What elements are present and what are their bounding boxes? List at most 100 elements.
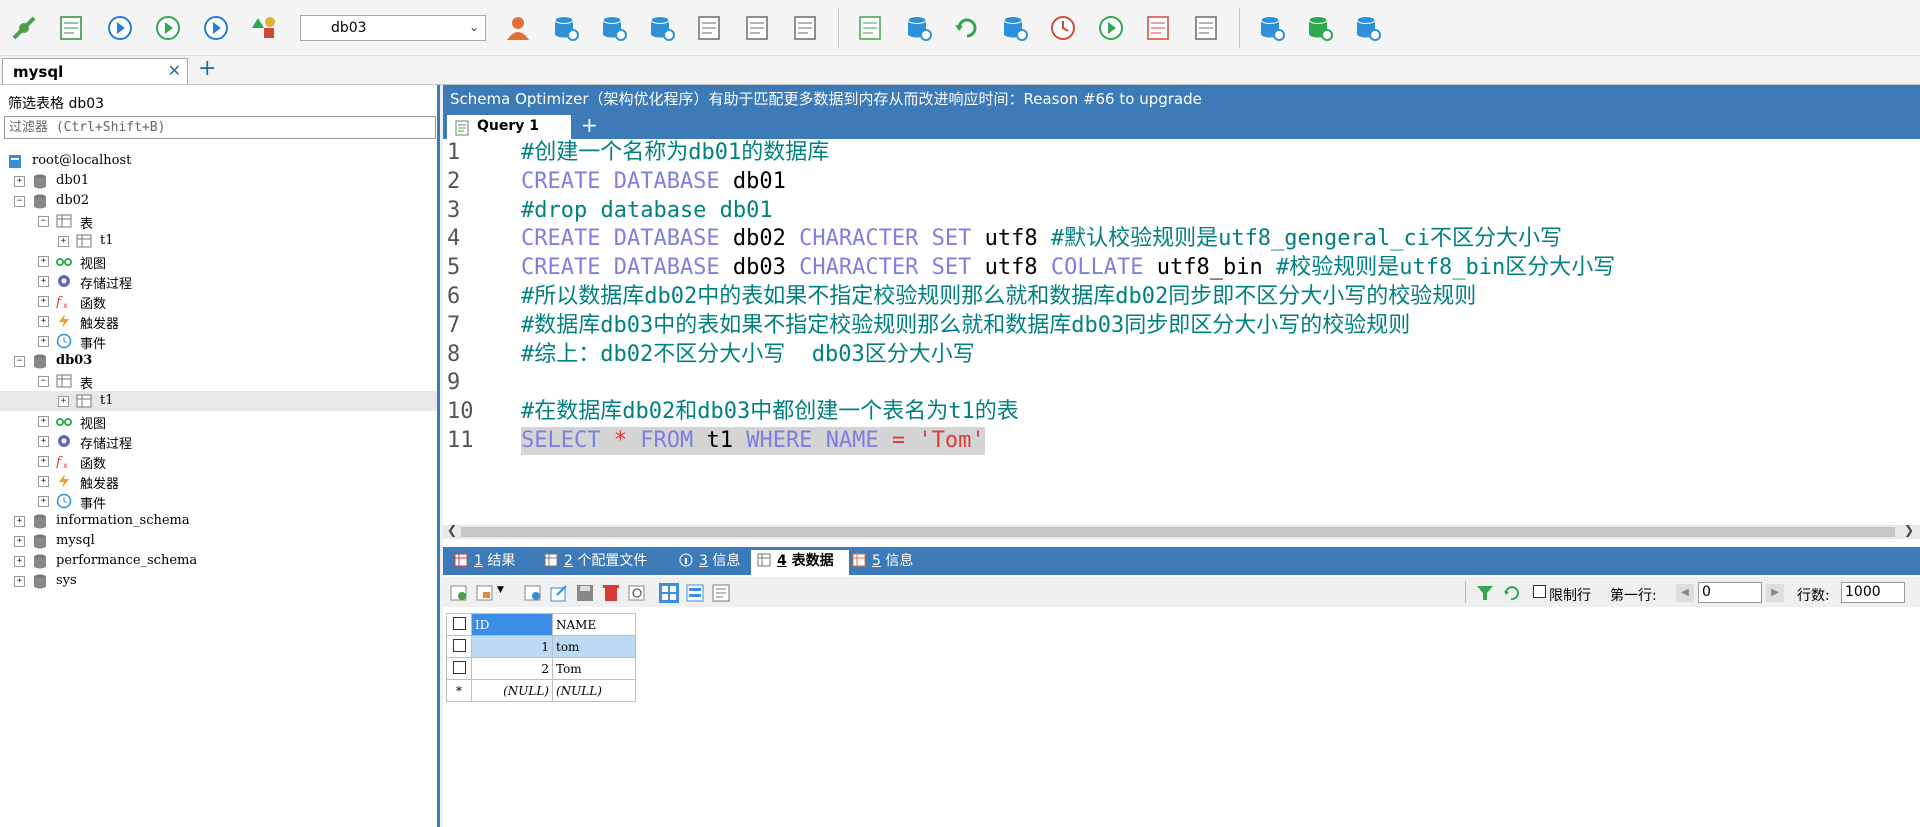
row-checkbox[interactable] xyxy=(452,660,466,674)
tree-item[interactable]: + 触发器 xyxy=(0,471,437,492)
editor-horizontal-scrollbar[interactable]: ❮ ❯ xyxy=(443,523,1920,539)
tree-item[interactable]: + f x 函数 xyxy=(0,291,437,312)
scrollbar-thumb[interactable] xyxy=(461,527,1895,537)
row-checkbox[interactable] xyxy=(452,638,466,652)
export-icon[interactable] xyxy=(549,583,569,603)
table-row[interactable]: 1 tom xyxy=(446,635,636,658)
scroll-left-icon[interactable]: ❮ xyxy=(447,523,457,537)
select-all-cell[interactable] xyxy=(446,613,472,636)
expand-icon[interactable]: + xyxy=(58,396,69,407)
tree-item[interactable]: + db01 xyxy=(0,171,437,191)
result-tab-1[interactable]: 1 结果 xyxy=(448,550,534,575)
sql-editor[interactable]: 1 #创建一个名称为db01的数据库 2 CREATE DATABASE db01 3 #… xyxy=(443,139,1920,519)
cell-id[interactable]: (NULL) xyxy=(471,679,553,702)
backup-db-button[interactable] xyxy=(644,10,680,46)
sync-schema-button[interactable] xyxy=(901,10,937,46)
schema-designer-button[interactable] xyxy=(246,10,282,46)
import-db-button[interactable] xyxy=(548,10,584,46)
tree-item[interactable]: − 表 xyxy=(0,371,437,392)
chevron-down-icon[interactable]: ▼ xyxy=(497,585,504,595)
collapse-icon[interactable]: − xyxy=(14,356,25,367)
result-tab-5[interactable]: 5 信息 xyxy=(846,550,922,575)
add-record-icon[interactable] xyxy=(523,583,543,603)
cell-name[interactable]: tom xyxy=(552,635,636,658)
job-agent-button[interactable] xyxy=(1093,10,1129,46)
tree-item[interactable]: + 视图 xyxy=(0,251,437,272)
tree-item[interactable]: − 表 xyxy=(0,211,437,232)
expand-icon[interactable]: + xyxy=(58,236,69,247)
query-tab[interactable]: Query 1 xyxy=(447,115,571,139)
refresh-results-icon[interactable] xyxy=(1501,583,1521,603)
column-header-name[interactable]: NAME xyxy=(552,613,636,636)
data-report-button[interactable] xyxy=(1141,10,1177,46)
row-selector[interactable] xyxy=(446,635,472,658)
tree-item[interactable]: − db03 xyxy=(0,351,437,371)
expand-icon[interactable]: + xyxy=(14,576,25,587)
previous-page-icon[interactable]: ◀ xyxy=(1676,584,1694,602)
scheduler-button[interactable] xyxy=(1045,10,1081,46)
select-all-checkbox[interactable] xyxy=(452,616,466,630)
expand-icon[interactable]: + xyxy=(14,176,25,187)
result-tab-3[interactable]: 3 信息 xyxy=(673,550,747,575)
refresh-button[interactable] xyxy=(949,10,985,46)
duplicate-row-icon[interactable] xyxy=(475,583,495,603)
tree-item[interactable]: + 事件 xyxy=(0,331,437,352)
tree-item[interactable]: + 触发器 xyxy=(0,311,437,332)
form-view-icon[interactable] xyxy=(685,583,705,603)
tree-item[interactable]: + 存储过程 xyxy=(0,431,437,452)
add-connection-icon[interactable]: + xyxy=(198,56,216,81)
expand-icon[interactable]: + xyxy=(38,416,49,427)
expand-icon[interactable]: + xyxy=(38,276,49,287)
db-sync-button[interactable] xyxy=(1350,10,1386,46)
limit-rows-checkbox[interactable] xyxy=(1533,585,1546,598)
text-view-icon[interactable] xyxy=(711,583,731,603)
cell-name[interactable]: Tom xyxy=(552,657,636,680)
schema-grid-button[interactable] xyxy=(788,10,824,46)
expand-icon[interactable]: + xyxy=(38,296,49,307)
tree-item[interactable]: + mysql xyxy=(0,531,437,551)
cell-id[interactable]: 2 xyxy=(471,657,553,680)
upgrade-banner[interactable]: Schema Optimizer（架构优化程序）有助于匹配更多数据到内存从而改进… xyxy=(443,85,1920,113)
database-selector[interactable]: db03 ⌄ xyxy=(300,14,486,41)
find-icon[interactable] xyxy=(627,583,647,603)
result-tab-4[interactable]: 4 表数据 xyxy=(751,550,849,575)
first-row-input[interactable]: 0 xyxy=(1698,582,1762,603)
next-page-icon[interactable]: ▶ xyxy=(1766,584,1784,602)
expand-icon[interactable]: + xyxy=(38,316,49,327)
delete-icon[interactable] xyxy=(601,583,621,603)
row-selector[interactable]: * xyxy=(446,679,472,702)
column-header-id[interactable]: ID xyxy=(471,613,553,636)
collapse-icon[interactable]: − xyxy=(38,376,49,387)
new-query-button[interactable] xyxy=(54,10,90,46)
save-icon[interactable] xyxy=(575,583,595,603)
tree-item[interactable]: + 存储过程 xyxy=(0,271,437,292)
expand-icon[interactable]: + xyxy=(14,516,25,527)
scroll-right-icon[interactable]: ❯ xyxy=(1904,523,1914,537)
grid-view-icon[interactable] xyxy=(659,583,679,603)
tree-item[interactable]: + 事件 xyxy=(0,491,437,512)
cell-id[interactable]: 1 xyxy=(471,635,553,658)
expand-icon[interactable]: + xyxy=(38,256,49,267)
tree-item[interactable]: + sys xyxy=(0,571,437,591)
tree-item[interactable]: + t1 xyxy=(0,231,437,251)
copy-db-button[interactable] xyxy=(997,10,1033,46)
tree-item[interactable]: + t1 xyxy=(0,391,437,411)
expand-icon[interactable]: + xyxy=(14,536,25,547)
expand-icon[interactable]: + xyxy=(14,556,25,567)
table-grid-button[interactable] xyxy=(740,10,776,46)
tree-item[interactable]: + 视图 xyxy=(0,411,437,432)
expand-icon[interactable]: + xyxy=(38,476,49,487)
row-count-input[interactable]: 1000 xyxy=(1841,582,1905,603)
cell-name[interactable]: (NULL) xyxy=(552,679,636,702)
close-icon[interactable]: ✕ xyxy=(168,61,181,80)
export-db-button[interactable] xyxy=(596,10,632,46)
table-diagram-button[interactable] xyxy=(692,10,728,46)
tree-item[interactable]: + information_schema xyxy=(0,511,437,531)
execute-explain-button[interactable] xyxy=(198,10,234,46)
collapse-icon[interactable]: − xyxy=(38,216,49,227)
connect-button[interactable] xyxy=(6,10,42,46)
filter-input[interactable]: 过滤器 (Ctrl+Shift+B) xyxy=(4,116,436,139)
connection-tab-mysql[interactable]: mysql ✕ xyxy=(2,58,188,84)
tree-item[interactable]: root@localhost xyxy=(0,151,437,171)
execute-all-button[interactable] xyxy=(150,10,186,46)
